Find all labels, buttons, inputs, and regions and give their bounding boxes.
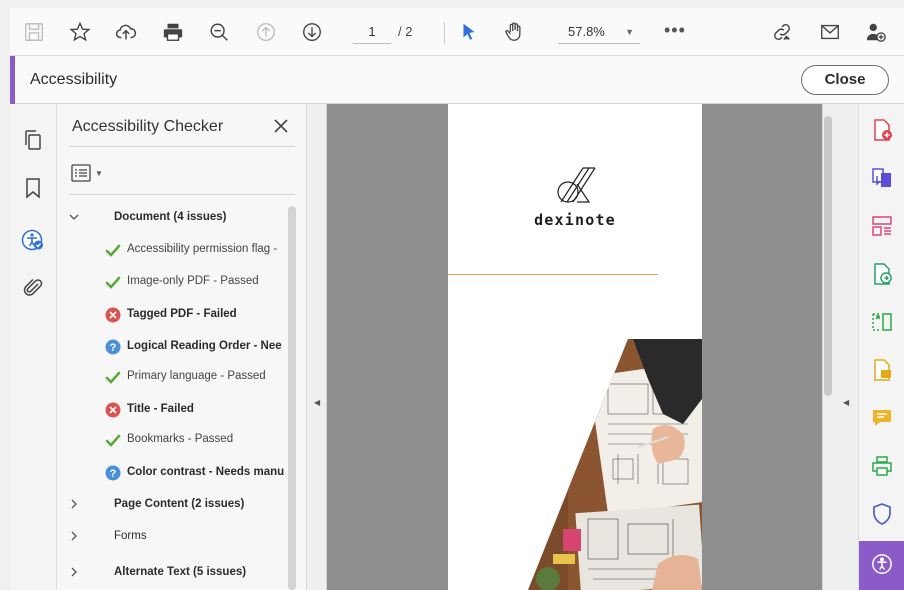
page-thumbnails-icon[interactable]: [21, 128, 45, 152]
star-icon[interactable]: [68, 20, 92, 44]
tree-item[interactable]: Accessibility permission flag -: [57, 239, 289, 261]
zoom-select[interactable]: 57.8% ▼: [558, 20, 640, 44]
compare-files-icon[interactable]: [870, 310, 894, 334]
tree-item-label: Title - Failed: [127, 403, 194, 415]
panel-title: Accessibility Checker: [72, 118, 224, 135]
bookmark-icon[interactable]: [21, 176, 45, 200]
cover-photo: [528, 339, 702, 590]
needs-manual-check-icon: ?: [105, 465, 121, 481]
export-pdf-icon[interactable]: [870, 166, 894, 190]
accessibility-checker-panel: Accessibility Checker ▼ Document (4 issu…: [57, 104, 307, 590]
previous-page-icon[interactable]: [254, 20, 278, 44]
expand-tools-icon[interactable]: ◀: [843, 398, 849, 407]
tree-group-page-content[interactable]: Page Content (2 issues): [57, 494, 289, 516]
close-icon[interactable]: [270, 115, 292, 137]
tool-title: Accessibility: [30, 71, 118, 88]
tree-item[interactable]: ? Color contrast - Needs manu: [57, 462, 289, 484]
cloud-upload-icon[interactable]: [114, 20, 138, 44]
tree-item-label: Logical Reading Order - Nee: [127, 340, 282, 352]
failed-icon: [105, 307, 121, 323]
tree-item[interactable]: Primary language - Passed: [57, 366, 289, 388]
brand-logo: [557, 167, 596, 203]
title-accent-bar: [10, 56, 15, 104]
print-production-icon[interactable]: [870, 454, 894, 478]
document-scrollbar-thumb[interactable]: [824, 116, 832, 396]
close-tool-button[interactable]: Close: [801, 65, 889, 95]
tree-item-label: Bookmarks - Passed: [127, 433, 234, 445]
svg-text:?: ?: [110, 468, 117, 480]
decorative-divider: [448, 274, 658, 275]
tree-group-label: Alternate Text (5 issues): [114, 566, 247, 578]
check-passed-icon: [105, 434, 121, 447]
zoom-out-icon[interactable]: [207, 20, 231, 44]
create-pdf-icon[interactable]: [870, 118, 894, 142]
accessibility-checker-icon[interactable]: [21, 228, 45, 252]
tree-group-alternate-text[interactable]: Alternate Text (5 issues): [57, 562, 289, 584]
chevron-down-icon: ▼: [625, 27, 634, 37]
brand-name: dexinote: [534, 211, 616, 229]
chevron-right-icon: [71, 531, 77, 541]
add-user-icon[interactable]: [864, 20, 888, 44]
accessibility-tool-active[interactable]: [859, 541, 904, 590]
comment-icon[interactable]: [870, 406, 894, 430]
tree-item-label: Tagged PDF - Failed: [127, 308, 237, 320]
next-page-icon[interactable]: [300, 20, 324, 44]
tree-item[interactable]: Title - Failed: [57, 399, 289, 421]
select-cursor-icon[interactable]: [457, 20, 481, 44]
tree-group-label: Document (4 issues): [114, 211, 227, 223]
main-toolbar: 1 / 2 57.8% ▼ •••: [10, 8, 904, 56]
check-passed-icon: [105, 276, 121, 289]
protect-shield-icon[interactable]: [870, 502, 894, 526]
left-navigation-rail: [10, 104, 57, 590]
panel-divider: [69, 146, 295, 147]
panel-scrollbar[interactable]: [288, 206, 296, 590]
list-options-icon: [71, 164, 91, 182]
collapse-left-icon: ◀: [314, 398, 321, 407]
check-passed-icon: [105, 244, 121, 257]
tree-item-label: Accessibility permission flag -: [127, 243, 278, 255]
attachments-icon[interactable]: [21, 276, 45, 300]
tree-item-label: Primary language - Passed: [127, 370, 266, 382]
email-icon[interactable]: [818, 20, 842, 44]
zoom-value: 57.8%: [568, 24, 605, 39]
tree-group-label: Page Content (2 issues): [114, 498, 245, 510]
chevron-right-icon: [71, 567, 77, 577]
save-icon[interactable]: [22, 20, 46, 44]
panel-divider: [69, 194, 295, 195]
panel-collapse-handle[interactable]: ◀: [307, 104, 327, 590]
tree-item[interactable]: Image-only PDF - Passed: [57, 271, 289, 293]
tree-item[interactable]: Tagged PDF - Failed: [57, 304, 289, 326]
tree-item-label: Image-only PDF - Passed: [127, 275, 259, 287]
page-total: / 2: [398, 24, 413, 39]
organize-pages-icon[interactable]: [870, 214, 894, 238]
chevron-down-icon: [69, 214, 79, 220]
page-number-input[interactable]: 1: [353, 20, 391, 44]
svg-text:?: ?: [110, 342, 117, 354]
document-viewport[interactable]: ◀ dexinote ◀: [307, 104, 858, 590]
tree-item[interactable]: ? Logical Reading Order - Nee: [57, 336, 289, 358]
tree-group-document[interactable]: Document (4 issues): [57, 207, 289, 229]
chevron-down-icon: ▼: [95, 168, 103, 178]
check-passed-icon: [105, 371, 121, 384]
toolbar-divider: [444, 22, 445, 44]
chevron-right-icon: [71, 499, 77, 509]
accessibility-icon: [872, 554, 892, 574]
hand-tool-icon[interactable]: [502, 20, 526, 44]
print-icon[interactable]: [161, 20, 185, 44]
comment-file-icon[interactable]: [870, 358, 894, 382]
edit-pdf-icon[interactable]: [870, 262, 894, 286]
tree-group-label: Forms: [114, 530, 147, 542]
right-tools-rail: [858, 104, 904, 590]
tree-group-forms[interactable]: Forms: [57, 526, 289, 548]
tree-item-label: Color contrast - Needs manu: [127, 466, 285, 478]
tree-item[interactable]: Bookmarks - Passed: [57, 429, 289, 451]
needs-manual-check-icon: ?: [105, 339, 121, 355]
more-tools-icon[interactable]: •••: [664, 20, 686, 40]
pdf-page: dexinote: [448, 104, 702, 590]
tool-title-bar: Accessibility Close: [10, 56, 904, 104]
options-menu-button[interactable]: ▼: [71, 162, 111, 184]
share-link-icon[interactable]: [770, 20, 794, 44]
failed-icon: [105, 402, 121, 418]
